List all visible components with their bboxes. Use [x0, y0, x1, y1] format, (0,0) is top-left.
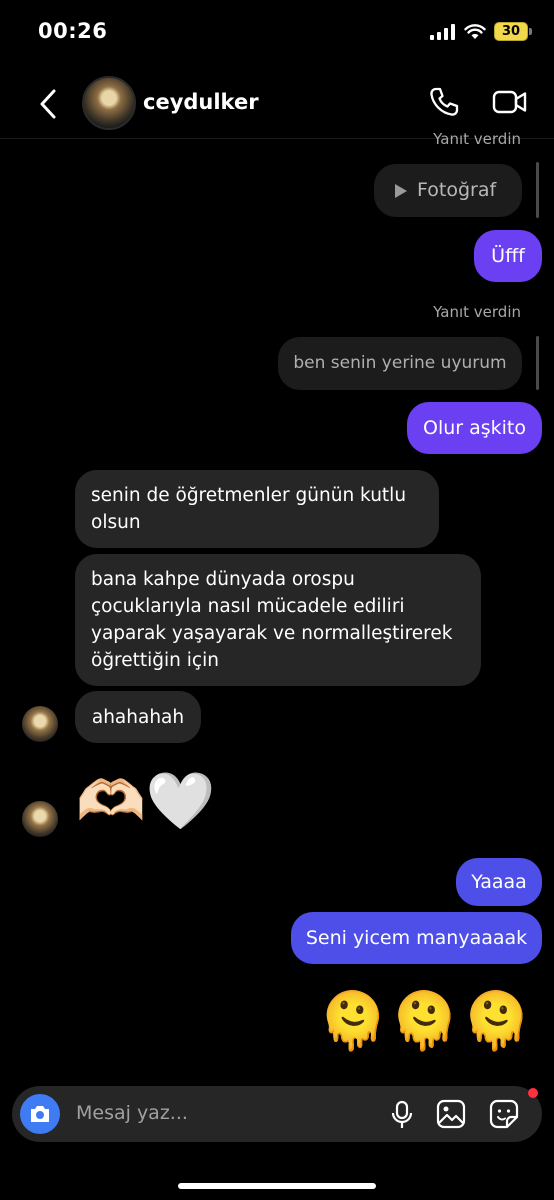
gallery-icon[interactable]: [436, 1099, 466, 1129]
wifi-icon: [464, 23, 486, 39]
message-text: Olur aşkito: [422, 416, 527, 439]
reply-thread-bar: [536, 162, 539, 218]
sent-message[interactable]: Seni yicem manyaaaak: [291, 912, 542, 964]
message-text: Seni yicem manyaaaak: [305, 926, 528, 949]
emoji-message[interactable]: 🫶🏻🤍: [76, 770, 215, 834]
reply-label: Yanıt verdin: [433, 130, 521, 148]
quoted-text: Fotoğraf: [417, 179, 497, 201]
quoted-message[interactable]: Fotoğraf: [374, 164, 522, 217]
sent-message[interactable]: Üfff: [474, 230, 542, 282]
received-message[interactable]: ahahahah: [75, 691, 201, 743]
cellular-signal-icon: [430, 23, 455, 40]
message-text: Yaaaa: [471, 870, 527, 893]
quoted-text: ben senin yerine uyurum: [293, 353, 507, 373]
camera-button[interactable]: [20, 1094, 60, 1134]
contact-avatar-small[interactable]: [22, 706, 58, 742]
contact-avatar-small[interactable]: [22, 801, 58, 837]
chat-header: ceydulker: [0, 70, 554, 139]
message-text: Üfff: [491, 244, 525, 267]
video-call-icon[interactable]: [492, 88, 528, 116]
back-arrow-icon[interactable]: [36, 87, 60, 121]
notification-dot: [528, 1088, 538, 1098]
sticker-icon[interactable]: [489, 1099, 519, 1129]
camera-icon: [31, 1106, 49, 1122]
reply-thread-bar: [536, 336, 539, 390]
play-icon: [395, 183, 407, 198]
sent-message[interactable]: Yaaaa: [456, 858, 542, 906]
reply-label: Yanıt verdin: [433, 303, 521, 321]
contact-avatar[interactable]: [82, 76, 136, 130]
quoted-message[interactable]: ben senin yerine uyurum: [278, 337, 522, 390]
status-icons: 30: [430, 22, 532, 41]
received-message[interactable]: bana kahpe dünyada orospu çocuklarıyla n…: [75, 554, 481, 686]
home-indicator: [178, 1183, 376, 1189]
message-text: senin de öğretmenler günün kutlu olsun: [91, 485, 407, 533]
microphone-icon[interactable]: [390, 1100, 414, 1130]
battery-indicator: 30: [494, 22, 532, 41]
message-composer: Mesaj yaz...: [12, 1086, 542, 1142]
sent-message[interactable]: Olur aşkito: [407, 402, 542, 454]
message-text: bana kahpe dünyada orospu çocuklarıyla n…: [91, 569, 453, 671]
received-message[interactable]: senin de öğretmenler günün kutlu olsun: [75, 470, 439, 548]
status-time: 00:26: [38, 19, 108, 43]
contact-username[interactable]: ceydulker: [143, 90, 259, 114]
message-input[interactable]: Mesaj yaz...: [76, 1102, 188, 1124]
emoji-message[interactable]: 🫠🫠🫠: [318, 990, 533, 1054]
phone-call-icon[interactable]: [428, 86, 460, 118]
message-text: ahahahah: [91, 706, 185, 728]
